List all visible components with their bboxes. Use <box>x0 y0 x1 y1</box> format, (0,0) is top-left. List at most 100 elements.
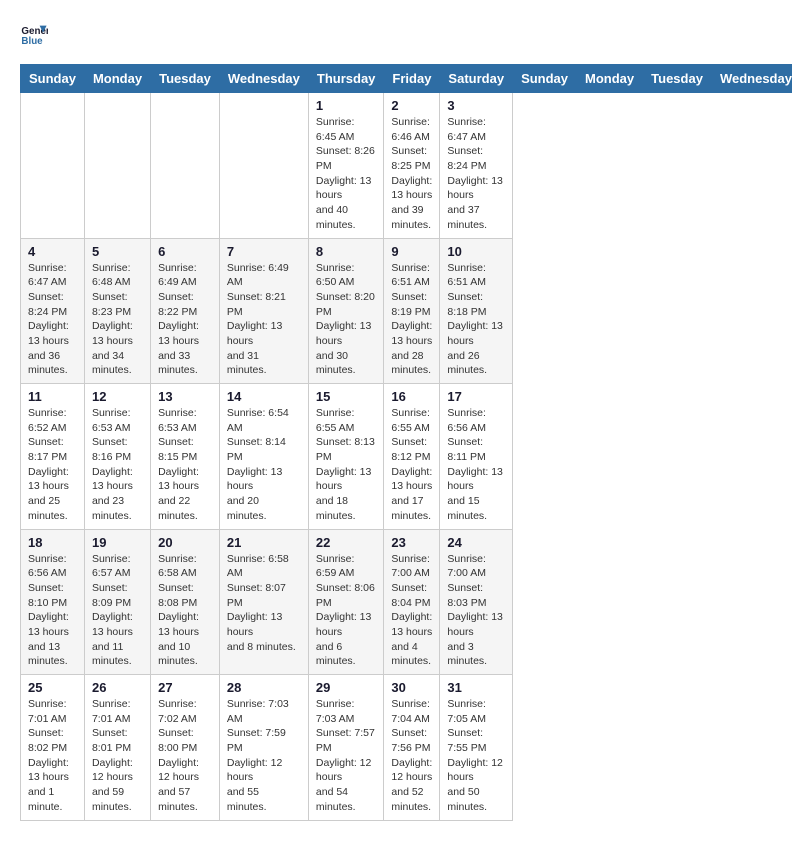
day-number: 22 <box>316 535 377 550</box>
day-detail: Sunrise: 6:46 AM Sunset: 8:25 PM Dayligh… <box>391 115 432 233</box>
day-number: 18 <box>28 535 77 550</box>
calendar-day: 2 Sunrise: 6:46 AM Sunset: 8:25 PM Daylig… <box>384 93 440 239</box>
calendar-day: 4Sunrise: 6:47 AM Sunset: 8:24 PM Daylig… <box>21 238 85 384</box>
calendar-header-row: SundayMondayTuesdayWednesdayThursdayFrid… <box>21 65 792 93</box>
calendar-day: 28Sunrise: 7:03 AM Sunset: 7:59 PM Dayli… <box>219 675 308 821</box>
calendar-day <box>21 93 85 239</box>
day-detail: Sunrise: 7:00 AM Sunset: 8:03 PM Dayligh… <box>447 552 505 670</box>
calendar-day: 14Sunrise: 6:54 AM Sunset: 8:14 PM Dayli… <box>219 384 308 530</box>
day-number: 24 <box>447 535 505 550</box>
day-header-sunday: Sunday <box>21 65 85 93</box>
calendar-day: 20Sunrise: 6:58 AM Sunset: 8:08 PM Dayli… <box>151 529 220 675</box>
calendar-day: 7 Sunrise: 6:49 AM Sunset: 8:21 PM Daylig… <box>219 238 308 384</box>
day-number: 23 <box>391 535 432 550</box>
calendar-table: SundayMondayTuesdayWednesdayThursdayFrid… <box>20 64 792 821</box>
day-number: 28 <box>227 680 301 695</box>
day-number: 15 <box>316 389 377 404</box>
day-detail: Sunrise: 7:02 AM Sunset: 8:00 PM Dayligh… <box>158 697 212 815</box>
day-detail: Sunrise: 7:01 AM Sunset: 8:02 PM Dayligh… <box>28 697 77 815</box>
calendar-day: 11Sunrise: 6:52 AM Sunset: 8:17 PM Dayli… <box>21 384 85 530</box>
day-number: 2 <box>391 98 432 113</box>
day-header-monday: Monday <box>577 65 643 93</box>
day-detail: Sunrise: 7:05 AM Sunset: 7:55 PM Dayligh… <box>447 697 505 815</box>
day-number: 25 <box>28 680 77 695</box>
day-number: 7 <box>227 244 301 259</box>
day-detail: Sunrise: 7:03 AM Sunset: 7:57 PM Dayligh… <box>316 697 377 815</box>
svg-text:Blue: Blue <box>21 36 43 47</box>
day-detail: Sunrise: 6:58 AM Sunset: 8:08 PM Dayligh… <box>158 552 212 670</box>
calendar-week-5: 25 Sunrise: 7:01 AM Sunset: 8:02 PM Dayli… <box>21 675 792 821</box>
day-header-monday: Monday <box>84 65 150 93</box>
day-detail: Sunrise: 6:53 AM Sunset: 8:15 PM Dayligh… <box>158 406 212 524</box>
day-header-tuesday: Tuesday <box>151 65 220 93</box>
day-header-sunday: Sunday <box>513 65 577 93</box>
day-number: 30 <box>391 680 432 695</box>
day-detail: Sunrise: 6:47 AM Sunset: 8:24 PM Dayligh… <box>447 115 505 233</box>
day-number: 11 <box>28 389 77 404</box>
day-detail: Sunrise: 6:49 AM Sunset: 8:22 PM Dayligh… <box>158 261 212 379</box>
day-header-saturday: Saturday <box>440 65 513 93</box>
day-detail: Sunrise: 6:50 AM Sunset: 8:20 PM Dayligh… <box>316 261 377 379</box>
day-header-thursday: Thursday <box>308 65 384 93</box>
day-number: 21 <box>227 535 301 550</box>
day-detail: Sunrise: 6:55 AM Sunset: 8:12 PM Dayligh… <box>391 406 432 524</box>
day-detail: Sunrise: 6:49 AM Sunset: 8:21 PM Dayligh… <box>227 261 301 379</box>
day-detail: Sunrise: 6:51 AM Sunset: 8:18 PM Dayligh… <box>447 261 505 379</box>
day-number: 26 <box>92 680 143 695</box>
day-detail: Sunrise: 6:55 AM Sunset: 8:13 PM Dayligh… <box>316 406 377 524</box>
calendar-day: 3Sunrise: 6:47 AM Sunset: 8:24 PM Daylig… <box>440 93 513 239</box>
day-header-friday: Friday <box>384 65 440 93</box>
day-number: 4 <box>28 244 77 259</box>
day-detail: Sunrise: 7:00 AM Sunset: 8:04 PM Dayligh… <box>391 552 432 670</box>
calendar-day: 22 Sunrise: 6:59 AM Sunset: 8:06 PM Dayli… <box>308 529 384 675</box>
day-number: 12 <box>92 389 143 404</box>
day-detail: Sunrise: 7:04 AM Sunset: 7:56 PM Dayligh… <box>391 697 432 815</box>
calendar-week-4: 18 Sunrise: 6:56 AM Sunset: 8:10 PM Dayli… <box>21 529 792 675</box>
calendar-day: 29 Sunrise: 7:03 AM Sunset: 7:57 PM Dayli… <box>308 675 384 821</box>
day-number: 10 <box>447 244 505 259</box>
day-header-tuesday: Tuesday <box>643 65 712 93</box>
day-number: 8 <box>316 244 377 259</box>
calendar-day: 30 Sunrise: 7:04 AM Sunset: 7:56 PM Dayli… <box>384 675 440 821</box>
calendar-day: 9Sunrise: 6:51 AM Sunset: 8:19 PM Daylig… <box>384 238 440 384</box>
day-detail: Sunrise: 6:57 AM Sunset: 8:09 PM Dayligh… <box>92 552 143 670</box>
calendar-day: 8 Sunrise: 6:50 AM Sunset: 8:20 PM Daylig… <box>308 238 384 384</box>
day-detail: Sunrise: 7:01 AM Sunset: 8:01 PM Dayligh… <box>92 697 143 815</box>
calendar-day <box>84 93 150 239</box>
day-detail: Sunrise: 6:56 AM Sunset: 8:11 PM Dayligh… <box>447 406 505 524</box>
calendar-day: 25 Sunrise: 7:01 AM Sunset: 8:02 PM Dayli… <box>21 675 85 821</box>
day-header-wednesday: Wednesday <box>219 65 308 93</box>
day-number: 16 <box>391 389 432 404</box>
day-detail: Sunrise: 6:59 AM Sunset: 8:06 PM Dayligh… <box>316 552 377 670</box>
calendar-day: 12 Sunrise: 6:53 AM Sunset: 8:16 PM Dayli… <box>84 384 150 530</box>
calendar-day: 16 Sunrise: 6:55 AM Sunset: 8:12 PM Dayli… <box>384 384 440 530</box>
logo: General Blue <box>20 20 52 48</box>
day-number: 13 <box>158 389 212 404</box>
day-number: 19 <box>92 535 143 550</box>
calendar-week-3: 11Sunrise: 6:52 AM Sunset: 8:17 PM Dayli… <box>21 384 792 530</box>
calendar-day: 27Sunrise: 7:02 AM Sunset: 8:00 PM Dayli… <box>151 675 220 821</box>
day-number: 29 <box>316 680 377 695</box>
day-detail: Sunrise: 6:58 AM Sunset: 8:07 PM Dayligh… <box>227 552 301 655</box>
calendar-day: 6Sunrise: 6:49 AM Sunset: 8:22 PM Daylig… <box>151 238 220 384</box>
day-detail: Sunrise: 6:56 AM Sunset: 8:10 PM Dayligh… <box>28 552 77 670</box>
day-detail: Sunrise: 6:48 AM Sunset: 8:23 PM Dayligh… <box>92 261 143 379</box>
calendar-day: 26 Sunrise: 7:01 AM Sunset: 8:01 PM Dayli… <box>84 675 150 821</box>
day-number: 5 <box>92 244 143 259</box>
calendar-week-1: 1Sunrise: 6:45 AM Sunset: 8:26 PM Daylig… <box>21 93 792 239</box>
logo-icon: General Blue <box>20 20 48 48</box>
calendar-day: 23 Sunrise: 7:00 AM Sunset: 8:04 PM Dayli… <box>384 529 440 675</box>
page-header: General Blue <box>20 20 772 48</box>
calendar-day: 10 Sunrise: 6:51 AM Sunset: 8:18 PM Dayli… <box>440 238 513 384</box>
day-detail: Sunrise: 6:53 AM Sunset: 8:16 PM Dayligh… <box>92 406 143 524</box>
calendar-day: 15 Sunrise: 6:55 AM Sunset: 8:13 PM Dayli… <box>308 384 384 530</box>
calendar-day: 21 Sunrise: 6:58 AM Sunset: 8:07 PM Dayli… <box>219 529 308 675</box>
calendar-day <box>219 93 308 239</box>
calendar-day: 18 Sunrise: 6:56 AM Sunset: 8:10 PM Dayli… <box>21 529 85 675</box>
calendar-day: 24 Sunrise: 7:00 AM Sunset: 8:03 PM Dayli… <box>440 529 513 675</box>
day-number: 1 <box>316 98 377 113</box>
calendar-day: 5 Sunrise: 6:48 AM Sunset: 8:23 PM Daylig… <box>84 238 150 384</box>
day-detail: Sunrise: 6:51 AM Sunset: 8:19 PM Dayligh… <box>391 261 432 379</box>
calendar-day: 17Sunrise: 6:56 AM Sunset: 8:11 PM Dayli… <box>440 384 513 530</box>
day-number: 14 <box>227 389 301 404</box>
